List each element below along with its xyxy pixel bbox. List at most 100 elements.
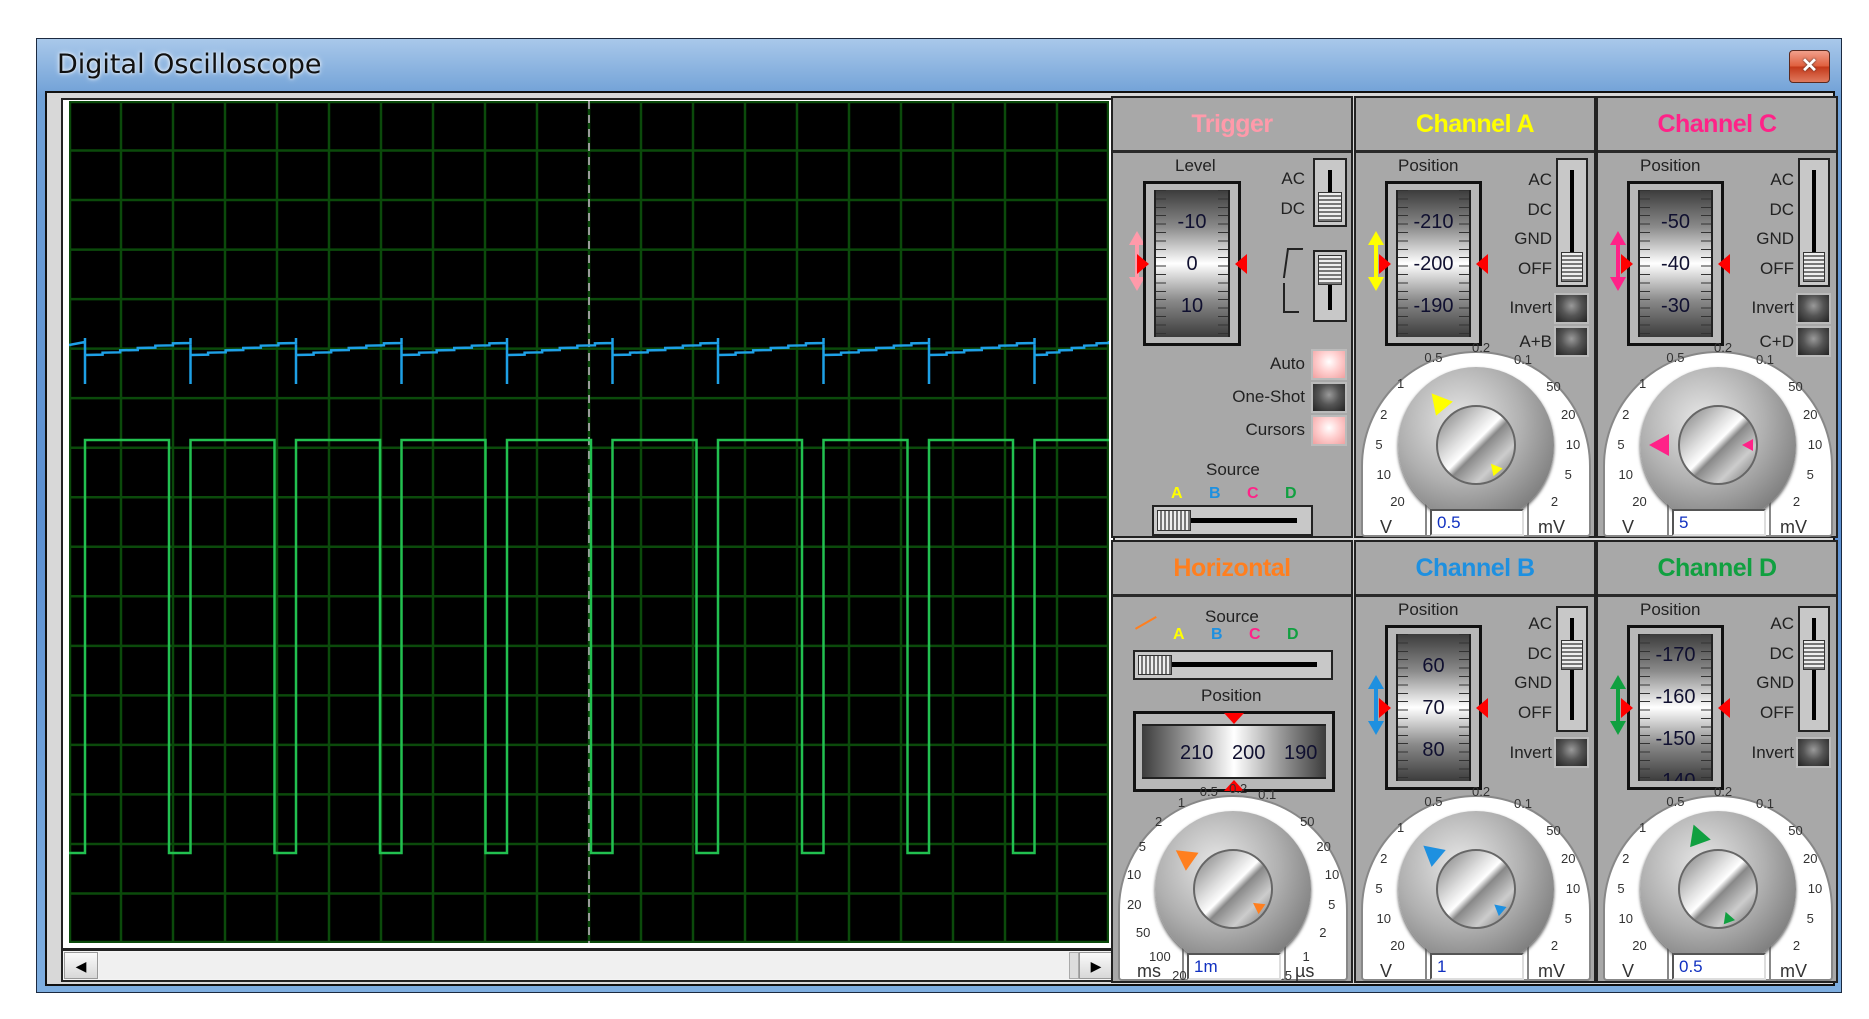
coupling-slider[interactable] <box>1556 606 1588 732</box>
slider-thumb[interactable] <box>1561 252 1583 282</box>
scale-value-input[interactable]: 1m <box>1187 953 1281 980</box>
scale-value-input[interactable]: 0.5 <box>1672 953 1766 980</box>
scale-value-input[interactable]: 1 <box>1430 953 1524 980</box>
source-option-c[interactable]: C <box>1249 626 1261 644</box>
position-drum[interactable]: -50 -40 -30 <box>1627 181 1724 346</box>
sum-button[interactable] <box>1554 326 1589 357</box>
scale-value-input[interactable]: 0.5 <box>1430 509 1524 536</box>
invert-button[interactable] <box>1796 293 1831 324</box>
position-drum[interactable]: -170 -160 -150 -140 <box>1627 625 1724 790</box>
knob-marker-icon <box>1742 439 1753 451</box>
dial-tick-label: 1 <box>1638 375 1647 391</box>
panel-title: Channel A <box>1356 98 1594 153</box>
dial-tick-label: 2 <box>1319 924 1327 940</box>
dial-tick-label: 0.1 <box>1755 796 1775 812</box>
scale-value-input[interactable]: 5 <box>1672 509 1766 536</box>
dial-tick-label: 0.1 <box>1513 796 1533 812</box>
sum-button[interactable] <box>1796 326 1831 357</box>
source-option-d[interactable]: D <box>1287 626 1299 644</box>
position-label: Position <box>1640 156 1701 175</box>
slider-thumb[interactable] <box>1318 192 1342 222</box>
drum-value: -50 <box>1661 210 1690 233</box>
coupling-option-off[interactable]: OFF <box>1714 703 1794 723</box>
drum-scale: -170 -160 -150 -140 <box>1638 634 1713 781</box>
coupling-option-off[interactable]: OFF <box>1472 703 1552 723</box>
position-drum[interactable]: 50 60 70 80 <box>1385 625 1482 790</box>
dial-tick-label: 0.1 <box>1258 787 1277 803</box>
source-option-b[interactable]: B <box>1209 485 1221 503</box>
dial-tick-label: 5 <box>1806 910 1814 926</box>
slider-thumb[interactable] <box>1318 255 1342 285</box>
coupling-option-gnd[interactable]: GND <box>1714 229 1794 249</box>
slider-thumb[interactable] <box>1561 639 1583 670</box>
coupling-option-ac[interactable]: AC <box>1714 614 1794 634</box>
panel-title: Horizontal <box>1113 542 1351 597</box>
level-label: Level <box>1175 156 1216 175</box>
coupling-slider[interactable] <box>1798 158 1830 287</box>
dial-tick-label: 2 <box>1550 494 1559 509</box>
coupling-option-ac[interactable]: AC <box>1714 170 1794 190</box>
coupling-option-gnd[interactable]: GND <box>1472 673 1552 693</box>
dial-tick-label: 20 <box>1126 896 1142 912</box>
auto-button[interactable] <box>1311 349 1347 380</box>
invert-button[interactable] <box>1796 737 1831 768</box>
invert-button[interactable] <box>1554 293 1589 324</box>
source-option-b[interactable]: B <box>1211 626 1223 644</box>
trigger-coupling-slider[interactable] <box>1313 158 1347 227</box>
dial-tick-label: 10 <box>1807 437 1823 452</box>
coupling-slider[interactable] <box>1556 158 1588 287</box>
source-option-a[interactable]: A <box>1173 626 1185 644</box>
slider-thumb[interactable] <box>1157 510 1191 531</box>
dial-tick-label: 50 <box>1546 822 1561 838</box>
source-option-a[interactable]: A <box>1171 485 1183 503</box>
slider-thumb[interactable] <box>1138 655 1172 675</box>
dial-tick-label: 0.2 <box>1714 784 1733 800</box>
trigger-source-slider[interactable] <box>1152 505 1313 536</box>
close-button[interactable]: ✕ <box>1789 50 1830 83</box>
coupling-option-dc[interactable]: DC <box>1472 644 1552 664</box>
coupling-option-gnd[interactable]: GND <box>1472 229 1552 249</box>
cursors-button[interactable] <box>1311 415 1347 446</box>
drum-value: 60 <box>1422 654 1445 677</box>
dial-tick-label: 10 <box>1618 466 1633 482</box>
right-unit-label: mV <box>1538 517 1565 537</box>
source-label: Source <box>1205 607 1259 626</box>
left-unit-label: V <box>1380 517 1393 537</box>
oscilloscope-window: Digital Oscilloscope ✕ ◀ ▶ Trigger Level … <box>36 38 1842 993</box>
left-unit-label: V <box>1622 961 1635 981</box>
dial-tick-label: 0.1 <box>1513 352 1533 368</box>
position-drum[interactable]: -210 -200 -190 <box>1385 181 1482 346</box>
coupling-option-dc[interactable]: DC <box>1714 200 1794 220</box>
coupling-option-dc[interactable]: DC <box>1472 200 1552 220</box>
dial-tick-label: 1 <box>1638 819 1647 835</box>
trigger-edge-slider[interactable] <box>1313 250 1347 322</box>
position-label: Position <box>1201 686 1262 705</box>
dial-tick-label: 1 <box>1177 795 1186 811</box>
dial-tick-label: 0.2 <box>1714 340 1733 356</box>
channel-c-panel: Channel C Position -50 -40 -30 AC DC GND OFF Inv… <box>1596 96 1838 538</box>
slider-thumb[interactable] <box>1803 639 1825 670</box>
dial-tick-label: 5 <box>1617 437 1625 452</box>
one-shot-button[interactable] <box>1311 382 1347 413</box>
coupling-option-ac[interactable]: AC <box>1225 169 1305 189</box>
left-unit-label: ms <box>1137 961 1161 981</box>
dial-tick-label: 2 <box>1792 494 1801 509</box>
coupling-option-off[interactable]: OFF <box>1472 259 1552 279</box>
coupling-option-gnd[interactable]: GND <box>1714 673 1794 693</box>
ramp-source-icon[interactable] <box>1135 616 1165 644</box>
coupling-option-off[interactable]: OFF <box>1714 259 1794 279</box>
coupling-option-dc[interactable]: DC <box>1714 644 1794 664</box>
coupling-option-dc[interactable]: DC <box>1225 199 1305 219</box>
horizontal-source-slider[interactable] <box>1133 650 1333 680</box>
source-option-d[interactable]: D <box>1285 485 1297 503</box>
source-option-c[interactable]: C <box>1247 485 1259 503</box>
dial-tick-label: 5 <box>1328 896 1336 912</box>
title-bar[interactable]: Digital Oscilloscope ✕ <box>37 39 1841 91</box>
coupling-slider[interactable] <box>1798 606 1830 732</box>
coupling-option-ac[interactable]: AC <box>1472 170 1552 190</box>
invert-button[interactable] <box>1554 737 1589 768</box>
dial-tick-label: 50 <box>1135 924 1151 940</box>
coupling-option-ac[interactable]: AC <box>1472 614 1552 634</box>
slider-thumb[interactable] <box>1803 252 1825 282</box>
dial-tick-label: 20 <box>1390 938 1405 953</box>
